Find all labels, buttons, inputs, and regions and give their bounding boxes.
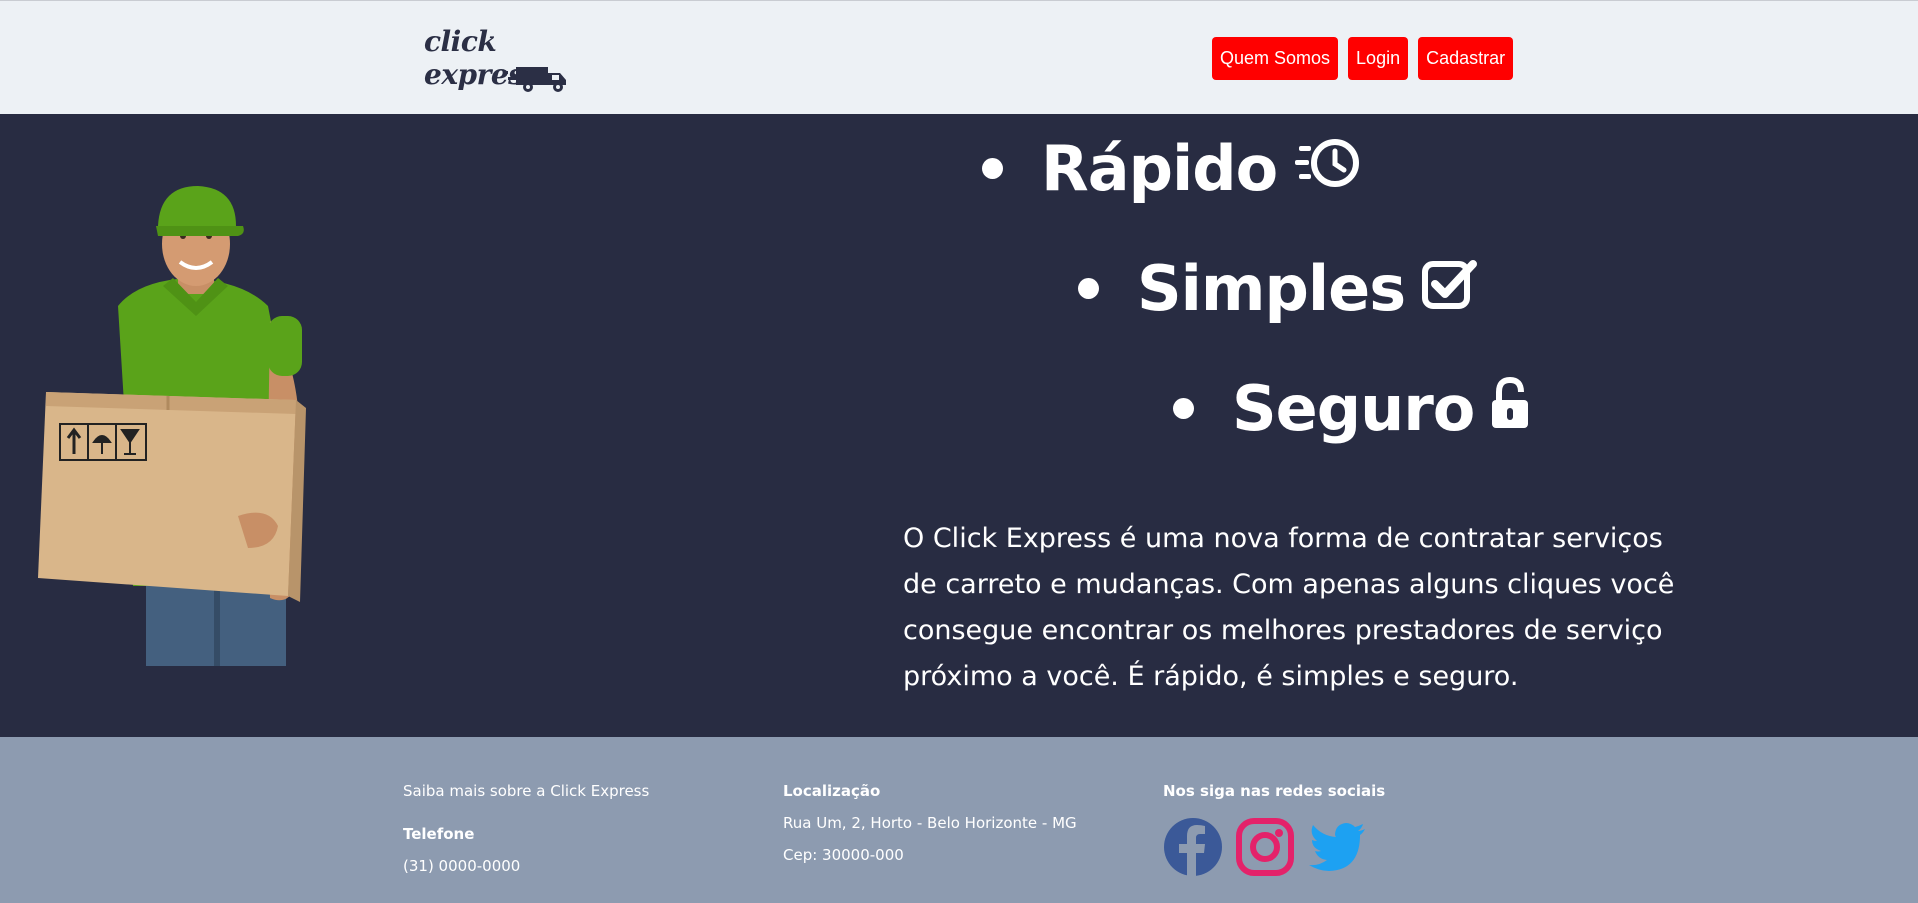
bullet-label: Simples [1137, 252, 1406, 325]
phone-label: Telefone [403, 825, 475, 843]
bullet-rapido: Rápido [982, 132, 1361, 205]
bullet-dot [1078, 278, 1099, 299]
nav-cadastrar-button[interactable]: Cadastrar [1418, 37, 1514, 80]
social-icons [1163, 817, 1367, 877]
check-square-icon [1421, 252, 1479, 325]
site-header: click express Quem Somos Login Cadastrar [0, 0, 1918, 114]
lock-icon [1490, 372, 1530, 445]
bullet-seguro: Seguro [1173, 372, 1530, 445]
hero-description: O Click Express é uma nova forma de cont… [903, 523, 1675, 692]
bullet-dot [1173, 398, 1194, 419]
cep: Cep: 30000-000 [783, 846, 904, 864]
bullet-label: Seguro [1232, 372, 1475, 445]
twitter-icon[interactable] [1307, 817, 1367, 877]
address: Rua Um, 2, Horto - Belo Horizonte - MG [783, 814, 1077, 832]
bullet-simples: Simples [1078, 252, 1479, 325]
clock-fast-icon [1293, 132, 1361, 205]
social-label: Nos siga nas redes sociais [1163, 782, 1386, 800]
footer-about-column: Saiba mais sobre a Click Express Telefon… [403, 775, 649, 882]
nav-quem-somos-button[interactable]: Quem Somos [1212, 37, 1339, 80]
footer-social-column: Nos siga nas redes sociais [1163, 775, 1385, 807]
site-footer: Saiba mais sobre a Click Express Telefon… [0, 737, 1918, 903]
delivery-man-image [38, 186, 306, 666]
location-label: Localização [783, 782, 881, 800]
bullet-label: Rápido [1041, 132, 1278, 205]
instagram-icon[interactable] [1235, 817, 1295, 877]
main-nav: Quem Somos Login Cadastrar [1212, 37, 1514, 80]
about-link[interactable]: Saiba mais sobre a Click Express [403, 775, 649, 807]
facebook-icon[interactable] [1163, 817, 1223, 877]
logo[interactable]: click express [424, 25, 586, 93]
hero-section: Rápido Simples Seguro O Click Express é … [0, 114, 1918, 737]
bullet-dot [982, 158, 1003, 179]
footer-location-column: Localização Rua Um, 2, Horto - Belo Hori… [783, 775, 1077, 871]
nav-login-button[interactable]: Login [1348, 37, 1409, 80]
phone-value: (31) 0000-0000 [403, 857, 521, 875]
truck-icon [504, 67, 566, 92]
